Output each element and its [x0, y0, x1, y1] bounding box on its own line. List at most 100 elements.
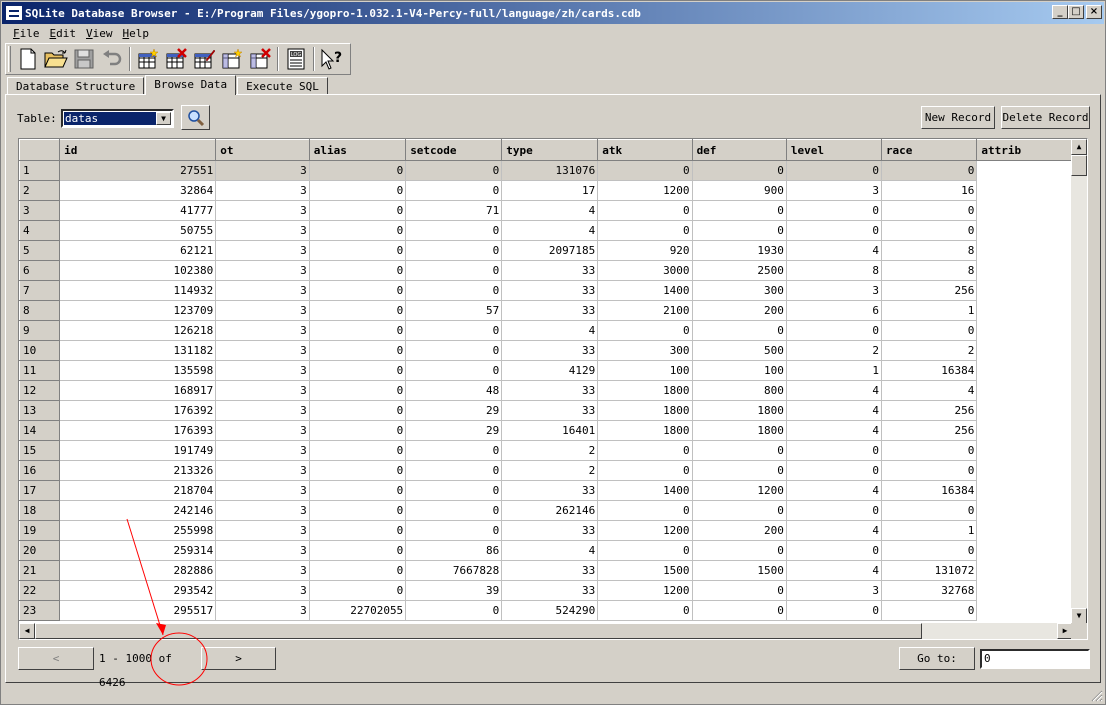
- table-cell[interactable]: 0: [786, 200, 882, 221]
- table-cell[interactable]: 1200: [597, 180, 693, 201]
- scroll-left-button[interactable]: ◀: [19, 623, 35, 639]
- table-cell[interactable]: 33: [501, 580, 599, 601]
- table-cell[interactable]: 29: [405, 420, 503, 441]
- delete-index-button[interactable]: [246, 45, 274, 73]
- table-cell[interactable]: 0: [597, 500, 693, 521]
- table-cell[interactable]: 3: [786, 580, 882, 601]
- column-header-type[interactable]: type: [501, 139, 599, 161]
- chevron-down-icon[interactable]: ▼: [156, 112, 171, 125]
- table-cell[interactable]: 256: [881, 420, 978, 441]
- table-cell[interactable]: 0: [405, 600, 503, 621]
- table-row[interactable]: 21 282886 3 0 7667828 33 1500 1500 4 131072: [19, 560, 1073, 581]
- table-cell[interactable]: 16: [881, 180, 978, 201]
- table-cell[interactable]: 4: [786, 240, 882, 261]
- table-cell[interactable]: 131076: [501, 160, 599, 181]
- table-cell[interactable]: 2: [881, 340, 978, 361]
- table-cell[interactable]: 524290: [501, 600, 599, 621]
- table-cell[interactable]: 1500: [692, 560, 787, 581]
- title-bar[interactable]: SQLite Database Browser - E:/Program Fil…: [2, 2, 1104, 24]
- table-cell[interactable]: 256: [881, 400, 978, 421]
- table-cell[interactable]: 4: [501, 540, 599, 561]
- table-cell[interactable]: 0: [692, 320, 787, 341]
- table-cell[interactable]: 8: [881, 240, 978, 261]
- table-cell[interactable]: 4129: [501, 360, 599, 381]
- table-cell[interactable]: 41777: [59, 200, 217, 221]
- table-cell[interactable]: 123709: [59, 300, 217, 321]
- corner-header-cell[interactable]: [19, 139, 61, 161]
- table-cell[interactable]: 1500: [597, 560, 693, 581]
- row-header-cell[interactable]: 15: [19, 440, 61, 461]
- table-cell[interactable]: 0: [405, 460, 503, 481]
- table-cell[interactable]: 282886: [59, 560, 217, 581]
- menu-edit[interactable]: Edit: [45, 27, 82, 40]
- row-header-cell[interactable]: 16: [19, 460, 61, 481]
- table-cell[interactable]: 33: [501, 380, 599, 401]
- table-cell[interactable]: 4: [786, 380, 882, 401]
- table-cell[interactable]: 1400: [597, 280, 693, 301]
- table-cell[interactable]: 500: [692, 340, 787, 361]
- table-cell[interactable]: 1930: [692, 240, 787, 261]
- table-row[interactable]: 2 32864 3 0 0 17 1200 900 3 16: [19, 180, 1073, 201]
- undo-button[interactable]: [98, 45, 126, 73]
- table-cell[interactable]: 0: [597, 440, 693, 461]
- table-cell[interactable]: 0: [405, 180, 503, 201]
- row-header-cell[interactable]: 21: [19, 560, 61, 581]
- table-cell[interactable]: 126218: [59, 320, 217, 341]
- tab-execute-sql[interactable]: Execute SQL: [237, 77, 328, 95]
- table-row[interactable]: 19 255998 3 0 0 33 1200 200 4 1: [19, 520, 1073, 541]
- new-database-button[interactable]: [14, 45, 42, 73]
- table-cell[interactable]: 4: [881, 380, 978, 401]
- row-header-cell[interactable]: 5: [19, 240, 61, 261]
- row-header-cell[interactable]: 20: [19, 540, 61, 561]
- table-cell[interactable]: 0: [692, 460, 787, 481]
- table-cell[interactable]: 4: [786, 480, 882, 501]
- table-cell[interactable]: 200: [692, 520, 787, 541]
- row-header-cell[interactable]: 22: [19, 580, 61, 601]
- row-header-cell[interactable]: 12: [19, 380, 61, 401]
- table-cell[interactable]: 900: [692, 180, 787, 201]
- sql-log-button[interactable]: LOG: [282, 45, 310, 73]
- table-cell[interactable]: 3: [215, 300, 310, 321]
- table-cell[interactable]: 4: [786, 560, 882, 581]
- row-header-cell[interactable]: 17: [19, 480, 61, 501]
- table-cell[interactable]: 3: [215, 340, 310, 361]
- table-cell[interactable]: 0: [597, 320, 693, 341]
- table-cell[interactable]: 3: [215, 320, 310, 341]
- table-row[interactable]: 1 27551 3 0 0 131076 0 0 0 0: [19, 160, 1073, 181]
- table-cell[interactable]: 1200: [692, 480, 787, 501]
- row-header-cell[interactable]: 13: [19, 400, 61, 421]
- table-cell[interactable]: 200: [692, 300, 787, 321]
- table-cell[interactable]: 0: [309, 340, 407, 361]
- table-cell[interactable]: 33: [501, 340, 599, 361]
- table-cell[interactable]: 1800: [597, 420, 693, 441]
- toolbar-grip[interactable]: [8, 46, 11, 72]
- table-cell[interactable]: 0: [597, 200, 693, 221]
- table-cell[interactable]: 3: [215, 380, 310, 401]
- table-cell[interactable]: 4: [786, 400, 882, 421]
- table-cell[interactable]: 0: [309, 480, 407, 501]
- table-cell[interactable]: 33: [501, 260, 599, 281]
- table-cell[interactable]: 0: [309, 260, 407, 281]
- column-header-ot[interactable]: ot: [215, 139, 310, 161]
- table-cell[interactable]: 71: [405, 200, 503, 221]
- column-header-alias[interactable]: alias: [308, 139, 407, 161]
- table-cell[interactable]: 0: [692, 220, 787, 241]
- table-row[interactable]: 23 295517 3 22702055 0 524290 0 0 0 0: [19, 600, 1073, 621]
- table-cell[interactable]: 3: [215, 420, 310, 441]
- column-header-race[interactable]: race: [880, 139, 978, 161]
- row-header-cell[interactable]: 8: [19, 300, 61, 321]
- table-cell[interactable]: 0: [692, 160, 787, 181]
- table-cell[interactable]: 2097185: [501, 240, 599, 261]
- table-cell[interactable]: 29: [405, 400, 503, 421]
- row-header-cell[interactable]: 1: [19, 160, 61, 181]
- table-cell[interactable]: 6: [786, 300, 882, 321]
- table-row[interactable]: 22 293542 3 0 39 33 1200 0 3 32768: [19, 580, 1073, 601]
- table-cell[interactable]: 3: [786, 280, 882, 301]
- table-cell[interactable]: 3: [215, 480, 310, 501]
- table-row[interactable]: 6 102380 3 0 0 33 3000 2500 8 8: [19, 260, 1073, 281]
- delete-table-button[interactable]: [162, 45, 190, 73]
- column-header-setcode[interactable]: setcode: [405, 139, 503, 161]
- table-cell[interactable]: 0: [309, 320, 407, 341]
- table-cell[interactable]: 3: [215, 180, 310, 201]
- table-cell[interactable]: 0: [309, 580, 407, 601]
